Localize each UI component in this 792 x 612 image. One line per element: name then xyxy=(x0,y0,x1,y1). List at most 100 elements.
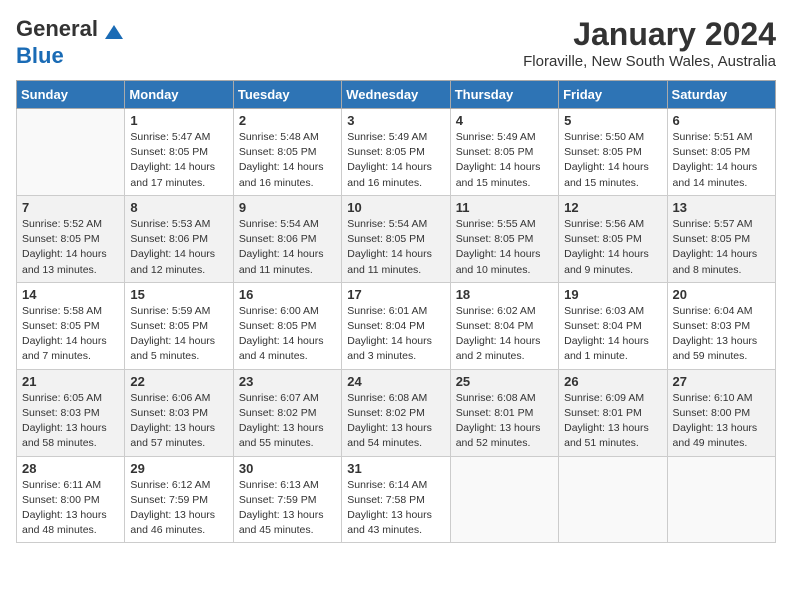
day-info: Sunrise: 5:55 AM Sunset: 8:05 PM Dayligh… xyxy=(456,217,553,278)
week-row-5: 28 Sunrise: 6:11 AM Sunset: 8:00 PM Dayli… xyxy=(17,456,776,543)
day-cell: 12 Sunrise: 5:56 AM Sunset: 8:05 PM Dayli… xyxy=(559,195,667,282)
day-cell: 11 Sunrise: 5:55 AM Sunset: 8:05 PM Dayli… xyxy=(450,195,558,282)
day-cell: 13 Sunrise: 5:57 AM Sunset: 8:05 PM Dayli… xyxy=(667,195,775,282)
week-row-4: 21 Sunrise: 6:05 AM Sunset: 8:03 PM Dayli… xyxy=(17,369,776,456)
day-number: 21 xyxy=(22,374,119,389)
day-cell: 17 Sunrise: 6:01 AM Sunset: 8:04 PM Dayli… xyxy=(342,282,450,369)
day-number: 5 xyxy=(564,113,661,128)
day-cell xyxy=(450,456,558,543)
week-row-1: 1 Sunrise: 5:47 AM Sunset: 8:05 PM Daylig… xyxy=(17,109,776,196)
day-cell: 21 Sunrise: 6:05 AM Sunset: 8:03 PM Dayli… xyxy=(17,369,125,456)
day-number: 17 xyxy=(347,287,444,302)
day-cell: 14Sunrise: 5:58 AM Sunset: 8:05 PM Dayli… xyxy=(17,282,125,369)
header-cell-friday: Friday xyxy=(559,81,667,109)
day-cell: 5 Sunrise: 5:50 AM Sunset: 8:05 PM Daylig… xyxy=(559,109,667,196)
day-number: 22 xyxy=(130,374,227,389)
day-info: Sunrise: 5:52 AM Sunset: 8:05 PM Dayligh… xyxy=(22,217,119,278)
day-info: Sunrise: 5:50 AM Sunset: 8:05 PM Dayligh… xyxy=(564,130,661,191)
day-number: 24 xyxy=(347,374,444,389)
day-info: Sunrise: 5:59 AM Sunset: 8:05 PM Dayligh… xyxy=(130,304,227,365)
day-info: Sunrise: 6:14 AM Sunset: 7:58 PM Dayligh… xyxy=(347,478,444,539)
day-number: 25 xyxy=(456,374,553,389)
day-info: Sunrise: 6:08 AM Sunset: 8:02 PM Dayligh… xyxy=(347,391,444,452)
day-info: Sunrise: 6:04 AM Sunset: 8:03 PM Dayligh… xyxy=(673,304,770,365)
logo-text: General xyxy=(16,16,125,43)
header-cell-saturday: Saturday xyxy=(667,81,775,109)
day-number: 27 xyxy=(673,374,770,389)
day-cell: 1 Sunrise: 5:47 AM Sunset: 8:05 PM Daylig… xyxy=(125,109,233,196)
logo-blue: Blue xyxy=(16,43,64,69)
month-title: January 2024 xyxy=(523,16,776,53)
day-number: 19 xyxy=(564,287,661,302)
day-number: 30 xyxy=(239,461,336,476)
day-info: Sunrise: 5:47 AM Sunset: 8:05 PM Dayligh… xyxy=(130,130,227,191)
day-info: Sunrise: 5:48 AM Sunset: 8:05 PM Dayligh… xyxy=(239,130,336,191)
day-number: 4 xyxy=(456,113,553,128)
day-number: 8 xyxy=(130,200,227,215)
header-cell-wednesday: Wednesday xyxy=(342,81,450,109)
day-number: 28 xyxy=(22,461,119,476)
day-info: Sunrise: 6:10 AM Sunset: 8:00 PM Dayligh… xyxy=(673,391,770,452)
day-number: 6 xyxy=(673,113,770,128)
day-info: Sunrise: 6:05 AM Sunset: 8:03 PM Dayligh… xyxy=(22,391,119,452)
day-info: Sunrise: 5:54 AM Sunset: 8:05 PM Dayligh… xyxy=(347,217,444,278)
week-row-3: 14Sunrise: 5:58 AM Sunset: 8:05 PM Dayli… xyxy=(17,282,776,369)
day-cell xyxy=(667,456,775,543)
logo: General Blue xyxy=(16,16,125,69)
day-info: Sunrise: 6:06 AM Sunset: 8:03 PM Dayligh… xyxy=(130,391,227,452)
day-info: Sunrise: 5:49 AM Sunset: 8:05 PM Dayligh… xyxy=(456,130,553,191)
calendar-table: SundayMondayTuesdayWednesdayThursdayFrid… xyxy=(16,80,776,543)
day-info: Sunrise: 6:09 AM Sunset: 8:01 PM Dayligh… xyxy=(564,391,661,452)
week-row-2: 7 Sunrise: 5:52 AM Sunset: 8:05 PM Daylig… xyxy=(17,195,776,282)
header-cell-tuesday: Tuesday xyxy=(233,81,341,109)
day-cell: 10 Sunrise: 5:54 AM Sunset: 8:05 PM Dayli… xyxy=(342,195,450,282)
day-number: 11 xyxy=(456,200,553,215)
day-number: 18 xyxy=(456,287,553,302)
day-cell: 9 Sunrise: 5:54 AM Sunset: 8:06 PM Daylig… xyxy=(233,195,341,282)
day-number: 13 xyxy=(673,200,770,215)
day-number: 15 xyxy=(130,287,227,302)
day-info: Sunrise: 6:13 AM Sunset: 7:59 PM Dayligh… xyxy=(239,478,336,539)
day-info: Sunrise: 5:57 AM Sunset: 8:05 PM Dayligh… xyxy=(673,217,770,278)
day-info: Sunrise: 6:00 AM Sunset: 8:05 PM Dayligh… xyxy=(239,304,336,365)
day-cell: 4 Sunrise: 5:49 AM Sunset: 8:05 PM Daylig… xyxy=(450,109,558,196)
day-cell: 7 Sunrise: 5:52 AM Sunset: 8:05 PM Daylig… xyxy=(17,195,125,282)
title-area: January 2024 Floraville, New South Wales… xyxy=(523,16,776,70)
day-number: 10 xyxy=(347,200,444,215)
header-row: SundayMondayTuesdayWednesdayThursdayFrid… xyxy=(17,81,776,109)
day-number: 16 xyxy=(239,287,336,302)
day-cell: 18 Sunrise: 6:02 AM Sunset: 8:04 PM Dayli… xyxy=(450,282,558,369)
day-number: 7 xyxy=(22,200,119,215)
day-cell: 19Sunrise: 6:03 AM Sunset: 8:04 PM Dayli… xyxy=(559,282,667,369)
day-info: Sunrise: 6:02 AM Sunset: 8:04 PM Dayligh… xyxy=(456,304,553,365)
day-cell: 8 Sunrise: 5:53 AM Sunset: 8:06 PM Daylig… xyxy=(125,195,233,282)
page-header: General Blue January 2024 Floraville, Ne… xyxy=(16,16,776,70)
day-number: 3 xyxy=(347,113,444,128)
day-number: 14 xyxy=(22,287,119,302)
day-number: 23 xyxy=(239,374,336,389)
day-info: Sunrise: 6:07 AM Sunset: 8:02 PM Dayligh… xyxy=(239,391,336,452)
day-cell: 25Sunrise: 6:08 AM Sunset: 8:01 PM Dayli… xyxy=(450,369,558,456)
day-cell: 23 Sunrise: 6:07 AM Sunset: 8:02 PM Dayli… xyxy=(233,369,341,456)
day-cell: 28 Sunrise: 6:11 AM Sunset: 8:00 PM Dayli… xyxy=(17,456,125,543)
day-cell: 30 Sunrise: 6:13 AM Sunset: 7:59 PM Dayli… xyxy=(233,456,341,543)
day-info: Sunrise: 5:51 AM Sunset: 8:05 PM Dayligh… xyxy=(673,130,770,191)
day-cell: 27 Sunrise: 6:10 AM Sunset: 8:00 PM Dayli… xyxy=(667,369,775,456)
day-number: 12 xyxy=(564,200,661,215)
day-info: Sunrise: 5:54 AM Sunset: 8:06 PM Dayligh… xyxy=(239,217,336,278)
header-cell-sunday: Sunday xyxy=(17,81,125,109)
day-info: Sunrise: 6:11 AM Sunset: 8:00 PM Dayligh… xyxy=(22,478,119,539)
day-info: Sunrise: 5:53 AM Sunset: 8:06 PM Dayligh… xyxy=(130,217,227,278)
day-cell xyxy=(559,456,667,543)
day-info: Sunrise: 6:01 AM Sunset: 8:04 PM Dayligh… xyxy=(347,304,444,365)
day-number: 26 xyxy=(564,374,661,389)
day-cell: 6 Sunrise: 5:51 AM Sunset: 8:05 PM Daylig… xyxy=(667,109,775,196)
day-info: Sunrise: 5:56 AM Sunset: 8:05 PM Dayligh… xyxy=(564,217,661,278)
day-number: 1 xyxy=(130,113,227,128)
day-cell: 20Sunrise: 6:04 AM Sunset: 8:03 PM Dayli… xyxy=(667,282,775,369)
day-cell: 24 Sunrise: 6:08 AM Sunset: 8:02 PM Dayli… xyxy=(342,369,450,456)
day-info: Sunrise: 6:12 AM Sunset: 7:59 PM Dayligh… xyxy=(130,478,227,539)
day-number: 9 xyxy=(239,200,336,215)
day-number: 2 xyxy=(239,113,336,128)
day-number: 31 xyxy=(347,461,444,476)
